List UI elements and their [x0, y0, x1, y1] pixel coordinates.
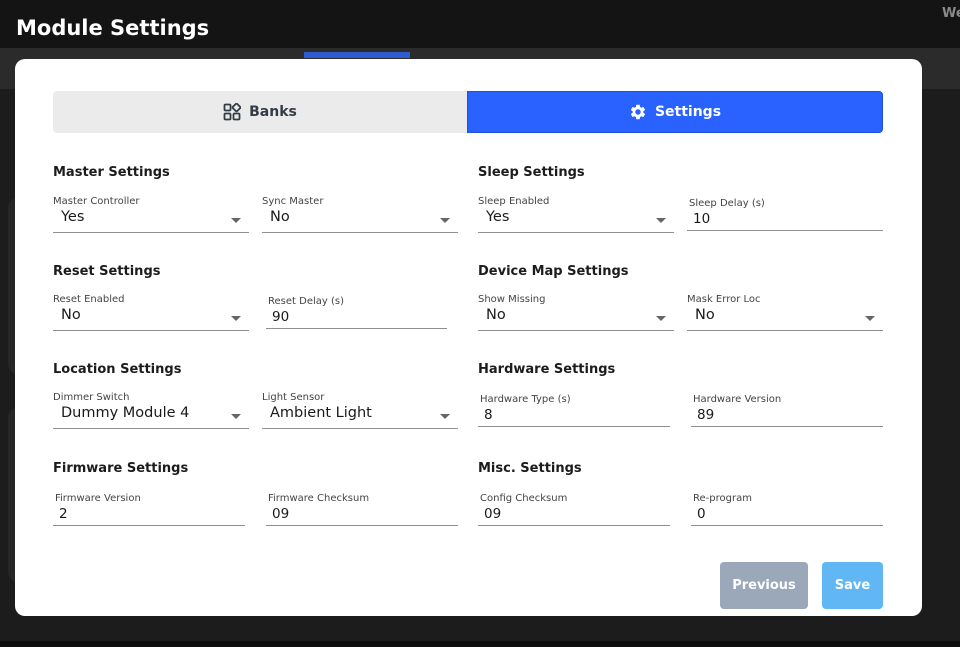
grid-icon: [223, 103, 242, 121]
field-value: Dummy Module 4: [61, 405, 190, 421]
chevron-down-icon: [231, 414, 241, 419]
reset-settings-title: Reset Settings: [53, 264, 161, 279]
field-value: Yes: [486, 209, 510, 225]
field-value: No: [270, 209, 290, 225]
field-value: 2: [59, 506, 68, 522]
field-value: 09: [272, 506, 290, 522]
device-map-settings-title: Device Map Settings: [478, 264, 629, 279]
field-label: Light Sensor: [262, 392, 325, 403]
field-label: Sync Master: [262, 196, 324, 207]
header-user-text: We: [942, 6, 960, 21]
field-label: Reset Enabled: [53, 294, 125, 305]
background-active-tab-indicator: [304, 52, 410, 58]
field-value: No: [61, 307, 81, 323]
tab-banks[interactable]: Banks: [53, 91, 467, 133]
field-label: Show Missing: [478, 294, 546, 305]
field-value: 8: [484, 407, 493, 423]
field-value: 90: [272, 309, 290, 325]
gear-icon: [629, 103, 647, 121]
field-label: Reset Delay (s): [268, 296, 344, 307]
hardware-settings-title: Hardware Settings: [478, 362, 616, 377]
chevron-down-icon: [865, 316, 875, 321]
chevron-down-icon: [440, 218, 450, 223]
field-value: No: [486, 307, 506, 323]
chevron-down-icon: [440, 414, 450, 419]
misc-settings-title: Misc. Settings: [478, 461, 582, 476]
field-label: Dimmer Switch: [53, 392, 130, 403]
field-value: 0: [697, 506, 706, 522]
modal-tabs: Banks Settings: [53, 91, 883, 133]
page-title: Module Settings: [16, 16, 210, 40]
field-label: Firmware Version: [55, 493, 141, 504]
master-settings-title: Master Settings: [53, 165, 170, 180]
save-button[interactable]: Save: [822, 562, 883, 609]
field-value: Yes: [61, 209, 85, 225]
background-footer: [0, 641, 960, 647]
field-value: Ambient Light: [270, 405, 372, 421]
field-label: Sleep Enabled: [478, 196, 550, 207]
field-value: No: [695, 307, 715, 323]
field-value: 10: [693, 211, 711, 227]
field-label: Hardware Version: [693, 394, 782, 405]
field-value: 09: [484, 506, 502, 522]
sleep-settings-title: Sleep Settings: [478, 165, 585, 180]
previous-button[interactable]: Previous: [720, 562, 808, 609]
field-label: Config Checksum: [480, 493, 568, 504]
field-label: Mask Error Loc: [687, 294, 761, 305]
field-label: Hardware Type (s): [480, 394, 571, 405]
chevron-down-icon: [656, 218, 666, 223]
field-label: Firmware Checksum: [268, 493, 370, 504]
chevron-down-icon: [231, 218, 241, 223]
field-label: Sleep Delay (s): [689, 198, 765, 209]
module-settings-modal: Banks Settings Master Settings Master Co…: [15, 59, 922, 616]
tab-settings[interactable]: Settings: [467, 91, 883, 133]
field-label: Master Controller: [53, 196, 140, 207]
chevron-down-icon: [231, 316, 241, 321]
tab-banks-label: Banks: [249, 104, 297, 120]
chevron-down-icon: [656, 316, 666, 321]
location-settings-title: Location Settings: [53, 362, 182, 377]
tab-settings-label: Settings: [654, 104, 722, 120]
firmware-settings-title: Firmware Settings: [53, 461, 189, 476]
field-value: 89: [697, 407, 715, 423]
field-label: Re-program: [693, 493, 752, 504]
